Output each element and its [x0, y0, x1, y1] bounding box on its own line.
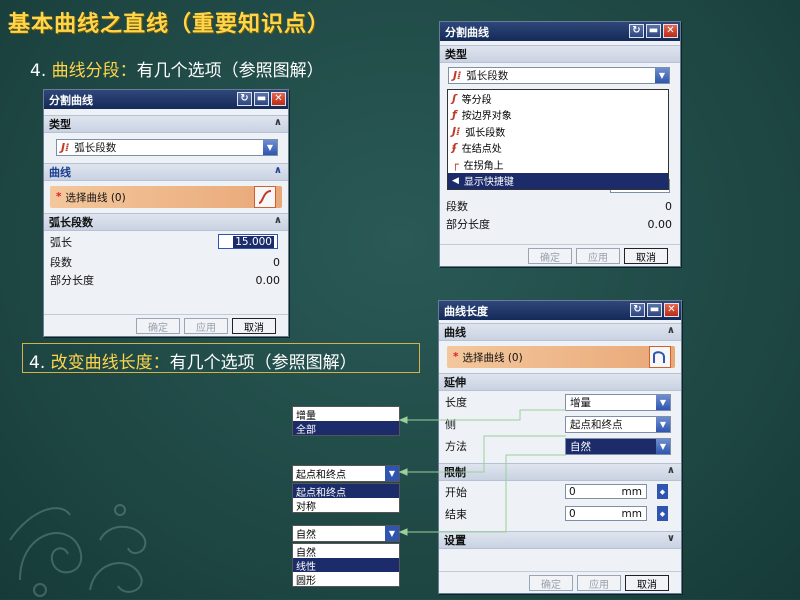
arrowhead-icon [398, 468, 408, 476]
arrowhead-icon [398, 528, 408, 536]
connector-method [405, 454, 566, 533]
connector-lines [398, 409, 566, 536]
connector-length [405, 409, 566, 421]
connector-side [405, 435, 566, 473]
arrowhead-icon [398, 416, 408, 424]
